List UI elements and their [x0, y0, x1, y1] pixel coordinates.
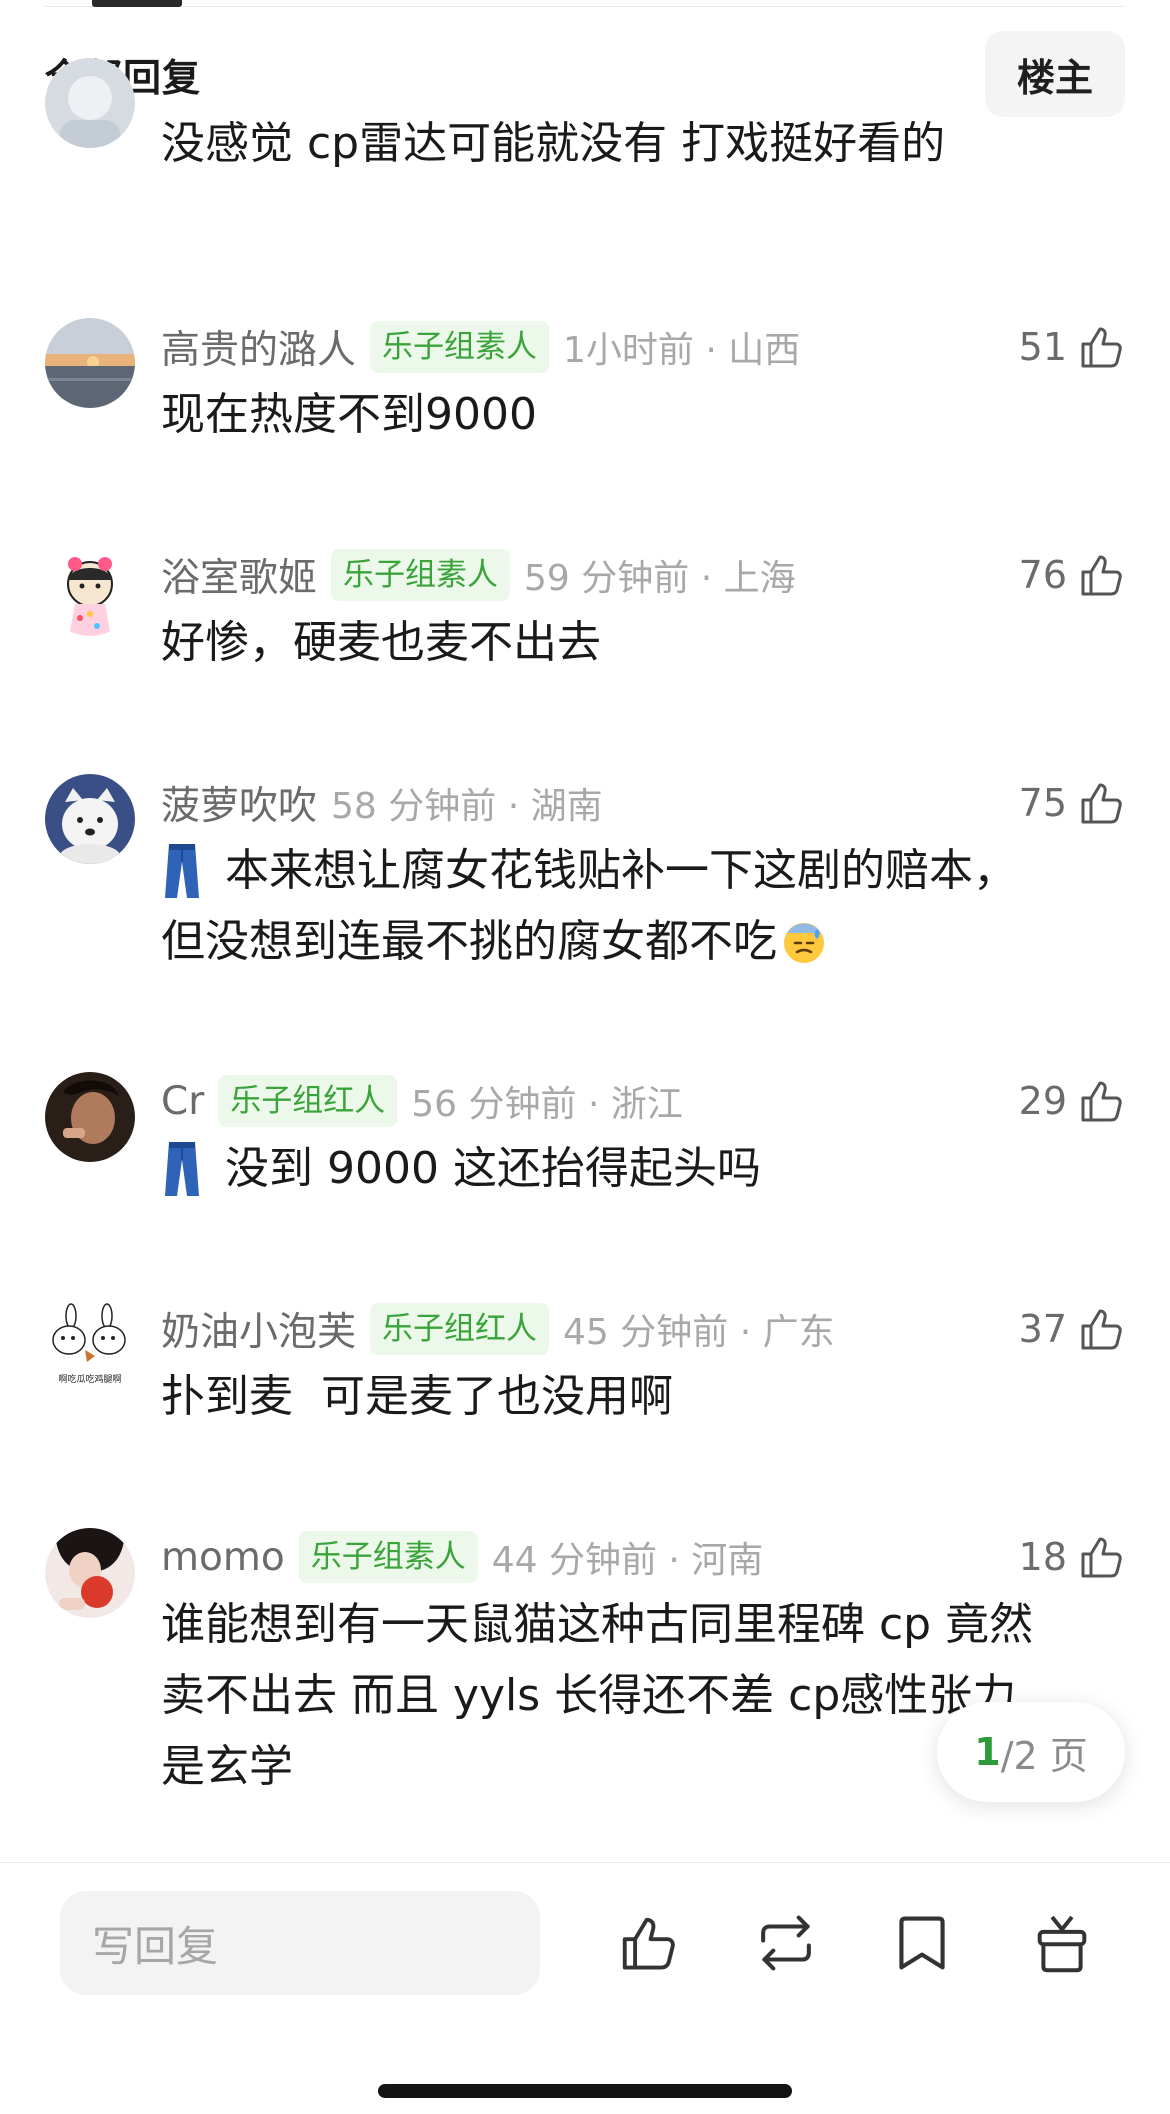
- like-button[interactable]: 18: [1019, 1527, 1125, 1587]
- comment-meta: 高贵的潞人 乐子组素人 1小时前 · 山西: [161, 317, 1125, 377]
- like-button[interactable]: 75: [1019, 773, 1125, 833]
- like-button[interactable]: 51: [1019, 317, 1125, 377]
- top-divider: [45, 6, 1125, 7]
- like-icon[interactable]: [608, 1903, 688, 1983]
- bookmark-icon[interactable]: [882, 1903, 962, 1983]
- comment-text: 没到 9000 这还抬得起头吗: [161, 1133, 1125, 1204]
- comment-time-location: 45 分钟前 · 广东: [563, 1312, 835, 1353]
- reply-input[interactable]: 写回复: [60, 1891, 540, 1995]
- comment-username[interactable]: momo: [161, 1535, 285, 1580]
- like-button[interactable]: 37: [1019, 1299, 1125, 1359]
- comment-text: 现在热度不到9000: [161, 389, 537, 440]
- total-pages: /2 页: [1000, 1733, 1088, 1778]
- comment-meta: Cr 乐子组红人 56 分钟前 · 浙江: [161, 1071, 1125, 1131]
- tab-indicator: [92, 0, 182, 7]
- dog-avatar-icon[interactable]: [45, 774, 135, 864]
- comment-item: Cr 乐子组红人 56 分钟前 · 浙江 29 没到 9000 这还抬得起头吗: [45, 1066, 1125, 1216]
- jeans-icon: [165, 843, 199, 898]
- user-badge: 乐子组素人: [370, 321, 550, 373]
- comment-time-location: 56 分钟前 · 浙江: [411, 1084, 683, 1125]
- comment-item: 浴室歌姬 乐子组素人 59 分钟前 · 上海 76 好惨，硬麦也麦不出去: [45, 540, 1125, 690]
- comment-text-line: 本来想让腐女花钱贴补一下这剧的赔本，: [161, 835, 1125, 906]
- like-button[interactable]: 29: [1019, 1071, 1125, 1131]
- comment-item: 没感觉 cp雷达可能就没有 打戏挺好看的: [45, 58, 1125, 200]
- comment-text-line: 但没想到连最不挑的腐女都不吃: [161, 906, 1125, 977]
- home-indicator[interactable]: [378, 2084, 792, 2098]
- page-indicator-button[interactable]: 1 /2 页: [937, 1702, 1125, 1802]
- comment-item: 高贵的潞人 乐子组素人 1小时前 · 山西 51 现在热度不到9000: [45, 312, 1125, 462]
- comment-username[interactable]: 高贵的潞人: [161, 319, 356, 375]
- bunny-avatar-icon[interactable]: 啊吃瓜吃鸡腿啊: [45, 1300, 135, 1390]
- avatar-caption: 啊吃瓜吃鸡腿啊: [58, 1373, 121, 1385]
- comment-text: 本来想让腐女花钱贴补一下这剧的赔本， 但没想到连最不挑的腐女都不吃: [161, 835, 1125, 977]
- user-badge: 乐子组红人: [218, 1075, 398, 1127]
- comment-time-location: 59 分钟前 · 上海: [524, 558, 796, 599]
- thumbs-up-icon: [1081, 1537, 1122, 1578]
- bottom-action-bar: 写回复: [0, 1862, 1170, 2114]
- comment-time-location: 1小时前 · 山西: [563, 330, 801, 371]
- thumbs-up-icon: [1081, 783, 1122, 824]
- user-badge: 乐子组素人: [331, 549, 511, 601]
- thumbs-up-icon: [1081, 555, 1122, 596]
- cartoon-avatar-icon[interactable]: [45, 546, 135, 636]
- comment-username[interactable]: 奶油小泡芙: [161, 1301, 356, 1357]
- like-count: 51: [1018, 325, 1067, 369]
- like-button[interactable]: 76: [1019, 545, 1125, 605]
- user-badge: 乐子组素人: [298, 1531, 478, 1583]
- thumbs-up-icon: [1081, 327, 1122, 368]
- jeans-icon: [165, 1141, 199, 1196]
- user-badge: 乐子组红人: [370, 1303, 550, 1355]
- repost-icon[interactable]: [746, 1903, 826, 1983]
- comment-item: 啊吃瓜吃鸡腿啊 奶油小泡芙 乐子组红人 45 分钟前 · 广东 37 扑到麦 可…: [45, 1294, 1125, 1444]
- portrait-avatar-icon[interactable]: [45, 1072, 135, 1162]
- comment-username[interactable]: 菠萝吹吹: [161, 775, 317, 831]
- comment-text: 扑到麦 可是麦了也没用啊: [161, 1371, 673, 1422]
- comment-text: 没感觉 cp雷达可能就没有 打戏挺好看的: [161, 118, 946, 169]
- comment-meta: 奶油小泡芙 乐子组红人 45 分钟前 · 广东: [161, 1299, 1125, 1359]
- current-page: 1: [974, 1730, 1001, 1774]
- like-count: 37: [1018, 1307, 1067, 1351]
- comment-meta: 浴室歌姬 乐子组素人 59 分钟前 · 上海: [161, 545, 1125, 605]
- like-count: 75: [1018, 781, 1067, 825]
- thumbs-up-icon: [1081, 1081, 1122, 1122]
- sunset-avatar-icon[interactable]: [45, 318, 135, 408]
- comment-item: 菠萝吹吹 58 分钟前 · 湖南 75 本来想让腐女花钱贴补一下这剧的赔本， 但…: [45, 768, 1125, 988]
- sweat-face-emoji-icon: [784, 922, 824, 963]
- comment-time-location: 58 分钟前 · 湖南: [331, 786, 603, 827]
- comment-username[interactable]: 浴室歌姬: [161, 547, 317, 603]
- user-avatar-icon[interactable]: [45, 58, 135, 148]
- thumbs-up-icon: [1081, 1309, 1122, 1350]
- like-count: 29: [1018, 1079, 1067, 1123]
- like-count: 18: [1018, 1535, 1067, 1579]
- comment-meta: 菠萝吹吹 58 分钟前 · 湖南: [161, 773, 1125, 833]
- like-count: 76: [1018, 553, 1067, 597]
- apple-avatar-icon[interactable]: [45, 1528, 135, 1618]
- comment-username[interactable]: Cr: [161, 1079, 204, 1124]
- comment-text: 好惨，硬麦也麦不出去: [161, 617, 601, 668]
- gift-icon[interactable]: [1022, 1903, 1102, 1983]
- comment-time-location: 44 分钟前 · 河南: [491, 1540, 764, 1581]
- comment-meta: momo 乐子组素人 44 分钟前 · 河南: [161, 1527, 1125, 1587]
- comment-text-line: 谁能想到有一天鼠猫这种古同里程碑 cp 竟然: [161, 1599, 1034, 1650]
